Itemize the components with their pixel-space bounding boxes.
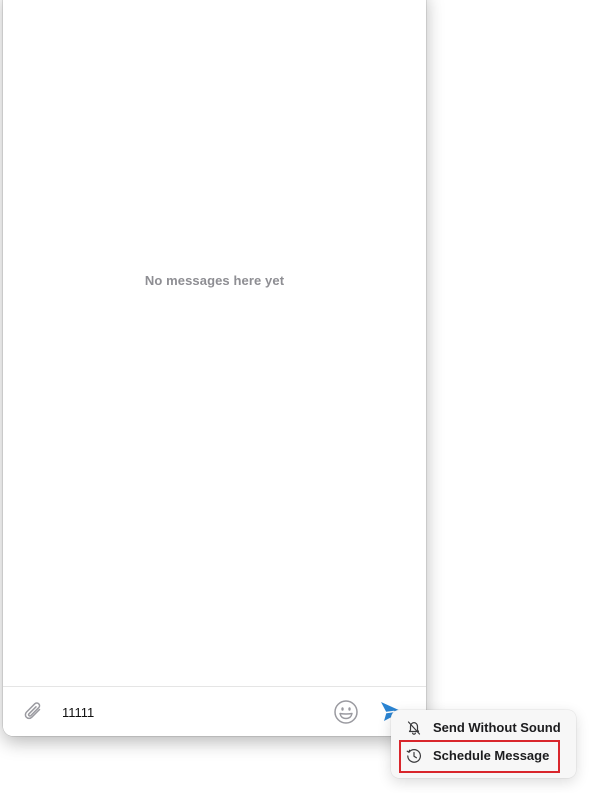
- bell-slash-icon: [405, 719, 423, 737]
- message-area: No messages here yet: [3, 0, 426, 687]
- empty-state-text: No messages here yet: [144, 273, 285, 288]
- menu-item-label: Schedule Message: [433, 748, 550, 763]
- composer-bar: [3, 686, 426, 736]
- emoji-button[interactable]: [333, 699, 359, 725]
- smiley-icon: [334, 700, 358, 724]
- paperclip-icon: [24, 702, 41, 720]
- menu-item-send-without-sound[interactable]: Send Without Sound: [399, 715, 568, 741]
- clock-icon: [405, 747, 423, 765]
- attach-button[interactable]: [21, 699, 47, 725]
- menu-item-schedule-message[interactable]: Schedule Message: [399, 743, 568, 769]
- chat-window: No messages here yet: [3, 0, 426, 736]
- menu-item-label: Send Without Sound: [433, 720, 561, 735]
- screen: No messages here yet 11111 Send Without …: [0, 0, 594, 793]
- message-input[interactable]: [62, 701, 312, 723]
- send-options-menu: Send Without Sound Schedule Message: [391, 710, 576, 778]
